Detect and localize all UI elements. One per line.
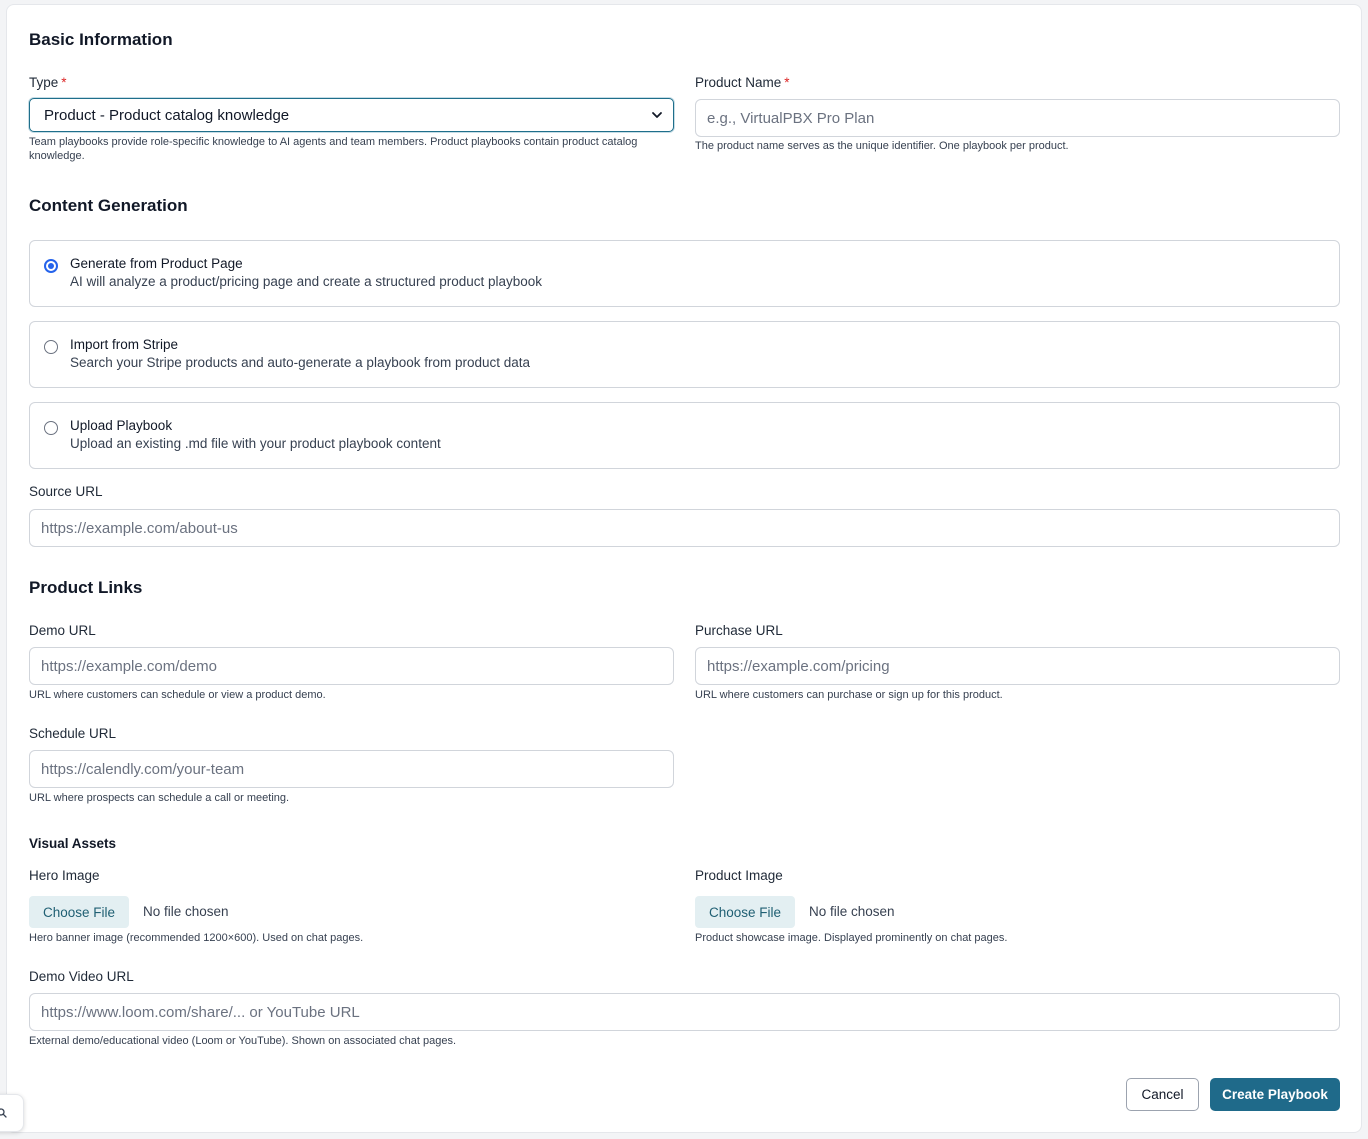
section-title-product-links: Product Links [29,578,143,597]
required-mark: * [61,75,67,90]
demo-url-label: Demo URL [29,623,96,638]
type-label-text: Type [29,75,59,90]
chevron-down-icon [652,112,662,118]
option-generate-from-product-page[interactable]: Generate from Product Page AI will analy… [29,240,1340,307]
product-image-file-status: No file chosen [809,904,895,919]
visual-assets-title: Visual Assets [29,836,117,851]
purchase-url-help-text: URL where customers can purchase or sign… [695,689,1003,701]
option-title: Generate from Product Page [70,256,243,271]
demo-url-help-text: URL where customers can schedule or view… [29,689,326,701]
product-name-input[interactable] [695,99,1340,137]
product-image-help-text: Product showcase image. Displayed promin… [695,932,1008,944]
playbook-form-card: Basic Information Type * Product - Produc… [6,4,1362,1133]
section-title-basic-information: Basic Information [29,30,173,49]
demo-video-url-help-text: External demo/educational video (Loom or… [29,1035,457,1047]
product-name-help-text: The product name serves as the unique id… [695,140,1069,152]
type-select-value: Product - Product catalog knowledge [44,106,290,124]
floating-search-button[interactable] [0,1094,24,1132]
demo-video-url-label: Demo Video URL [29,969,134,984]
hero-image-file-status: No file chosen [143,904,229,919]
source-url-label: Source URL [29,484,103,499]
product-name-label: Product Name * [695,75,790,90]
radio-button[interactable] [44,340,58,354]
schedule-url-help-text: URL where prospects can schedule a call … [29,792,290,804]
option-upload-playbook[interactable]: Upload Playbook Upload an existing .md f… [29,402,1340,469]
type-select[interactable]: Product - Product catalog knowledge [29,98,674,132]
option-description: Upload an existing .md file with your pr… [70,436,441,451]
purchase-url-label: Purchase URL [695,623,783,638]
option-title: Upload Playbook [70,418,173,433]
type-label: Type * [29,75,67,90]
schedule-url-input[interactable] [29,750,674,788]
option-title: Import from Stripe [70,337,179,352]
section-title-content-generation: Content Generation [29,196,188,215]
radio-button-selected[interactable] [44,259,58,273]
purchase-url-input[interactable] [695,647,1340,685]
product-image-choose-file-button[interactable]: Choose File [695,896,796,928]
option-import-from-stripe[interactable]: Import from Stripe Search your Stripe pr… [29,321,1340,388]
demo-url-input[interactable] [29,647,674,685]
radio-button[interactable] [44,421,58,435]
option-description: Search your Stripe products and auto-gen… [70,355,531,370]
source-url-input[interactable] [29,509,1340,547]
cancel-button[interactable]: Cancel [1126,1078,1199,1111]
search-icon [0,1108,7,1118]
type-help-text: Team playbooks provide role-specific kno… [29,136,638,162]
option-description: AI will analyze a product/pricing page a… [70,274,543,289]
hero-image-label: Hero Image [29,868,100,883]
hero-image-help-text: Hero banner image (recommended 1200×600)… [29,932,364,944]
product-name-label-text: Product Name [695,75,782,90]
hero-image-choose-file-button[interactable]: Choose File [29,896,130,928]
create-playbook-button[interactable]: Create Playbook [1210,1078,1340,1111]
required-mark: * [784,75,790,90]
demo-video-url-input[interactable] [29,993,1340,1031]
product-image-label: Product Image [695,868,783,883]
schedule-url-label: Schedule URL [29,726,117,741]
